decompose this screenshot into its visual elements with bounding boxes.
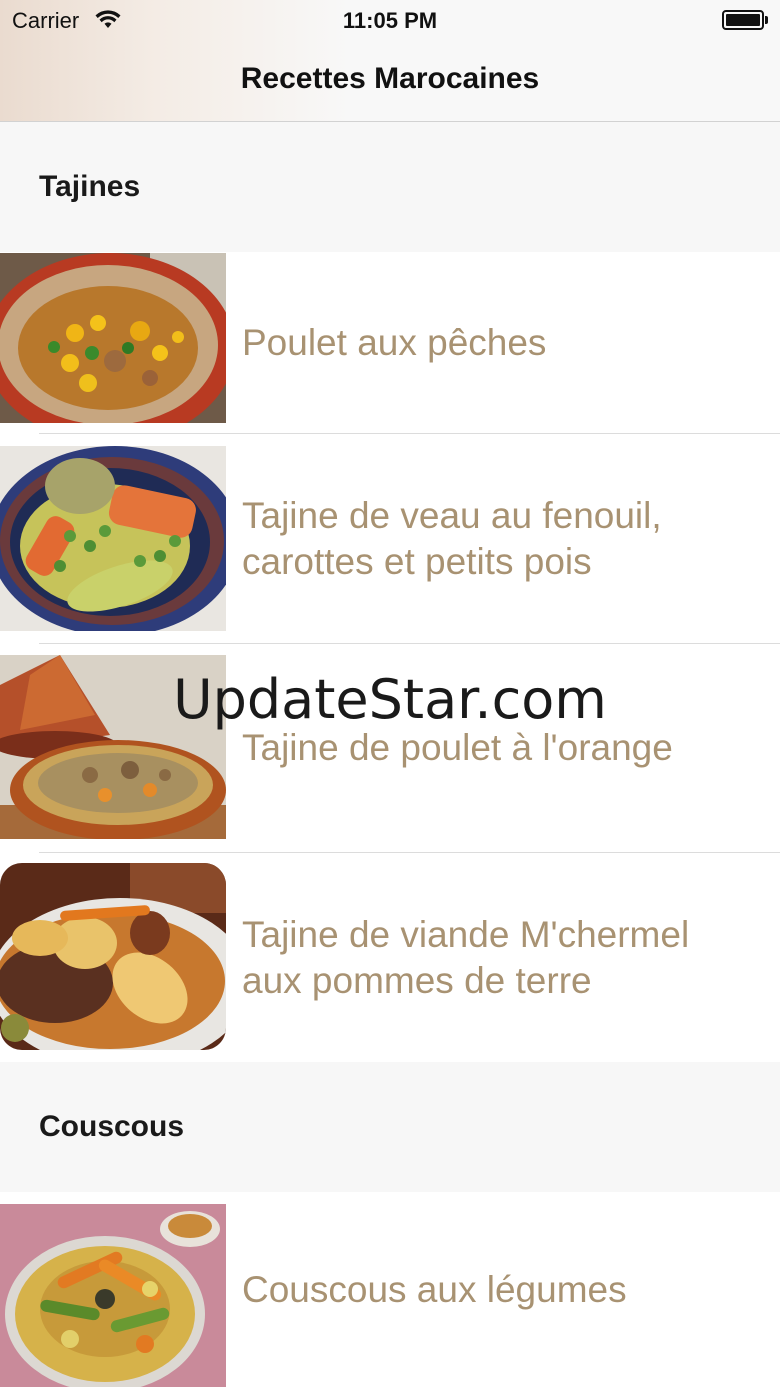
recipe-row-tajine-poulet-orange[interactable]: Tajine de poulet à l'orange — [0, 644, 780, 852]
navigation-bar: Carrier 11:05 PM Recettes Marocaines — [0, 0, 780, 122]
app-screen: Carrier 11:05 PM Recettes Marocaines Taj… — [0, 0, 780, 1387]
status-bar: Carrier 11:05 PM — [0, 0, 780, 40]
recipe-title: Tajine de veau au fenouil, carottes et p… — [242, 494, 662, 582]
battery-icon — [722, 10, 768, 30]
recipe-row-couscous-legumes[interactable]: Couscous aux légumes — [0, 1192, 780, 1387]
page-title: Recettes Marocaines — [240, 62, 540, 95]
section-header-tajines: Tajines — [0, 122, 780, 252]
section-header-couscous: Couscous — [0, 1062, 780, 1192]
recipe-thumbnail — [0, 1204, 226, 1387]
recipe-row-tajine-viande-mchermel[interactable]: Tajine de viande M'chermel aux pommes de… — [0, 853, 780, 1062]
recipe-thumbnail — [0, 655, 226, 839]
recipe-row-poulet-aux-peches[interactable]: Poulet aux pêches — [0, 252, 780, 434]
recipe-title: Couscous aux légumes — [242, 1268, 627, 1310]
recipe-title: Tajine de viande M'chermel aux pommes de… — [242, 913, 690, 1001]
recipe-thumbnail — [0, 446, 226, 631]
recipe-title: Poulet aux pêches — [242, 322, 547, 363]
section-title: Tajines — [39, 170, 141, 203]
section-title: Couscous — [39, 1110, 185, 1143]
recipe-title: Tajine de poulet à l'orange — [242, 727, 673, 768]
recipe-row-tajine-veau-fenouil[interactable]: Tajine de veau au fenouil, carottes et p… — [0, 434, 780, 643]
status-time: 11:05 PM — [342, 8, 438, 33]
recipe-thumbnail — [0, 863, 226, 1050]
recipe-thumbnail — [0, 253, 226, 423]
